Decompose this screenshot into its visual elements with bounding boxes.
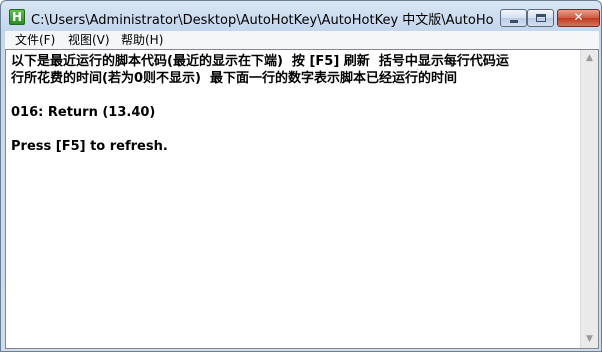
minimize-icon [510, 20, 518, 23]
header-line-1: 以下是最近运行的脚本代码(最近的显示在下端) 按 [F5] 刷新 括号中显示每行… [11, 54, 509, 69]
vertical-scrollbar[interactable]: ▲ ▼ [580, 50, 598, 348]
menu-bar: 文件(F) 视图(V) 帮助(H) [5, 31, 599, 49]
refresh-hint: Press [F5] to refresh. [11, 139, 168, 154]
menu-help[interactable]: 帮助(H) [121, 32, 163, 48]
menu-file[interactable]: 文件(F) [15, 32, 55, 48]
autohotkey-window: H C:\Users\Administrator\Desktop\AutoHot… [0, 0, 602, 352]
lines-text-area[interactable]: 以下是最近运行的脚本代码(最近的显示在下端) 按 [F5] 刷新 括号中显示每行… [5, 49, 599, 349]
scroll-up-arrow-icon[interactable]: ▲ [581, 50, 598, 67]
minimize-button[interactable] [500, 9, 527, 27]
close-button[interactable]: ✕ [557, 9, 600, 27]
window-title: C:\Users\Administrator\Desktop\AutoHotKe… [31, 13, 493, 27]
maximize-icon [536, 14, 546, 22]
executed-line-entry: 016: Return (13.40) [11, 105, 156, 120]
script-output: 以下是最近运行的脚本代码(最近的显示在下端) 按 [F5] 刷新 括号中显示每行… [11, 53, 577, 155]
autohotkey-app-icon[interactable]: H [9, 9, 25, 25]
scroll-down-arrow-icon[interactable]: ▼ [581, 331, 598, 348]
close-icon: ✕ [573, 10, 584, 24]
header-line-2: 行所花费的时间(若为0则不显示) 最下面一行的数字表示脚本已经运行的时间 [11, 71, 457, 86]
title-bar[interactable]: H C:\Users\Administrator\Desktop\AutoHot… [1, 1, 601, 31]
maximize-button[interactable] [527, 9, 554, 27]
menu-view[interactable]: 视图(V) [68, 32, 110, 48]
